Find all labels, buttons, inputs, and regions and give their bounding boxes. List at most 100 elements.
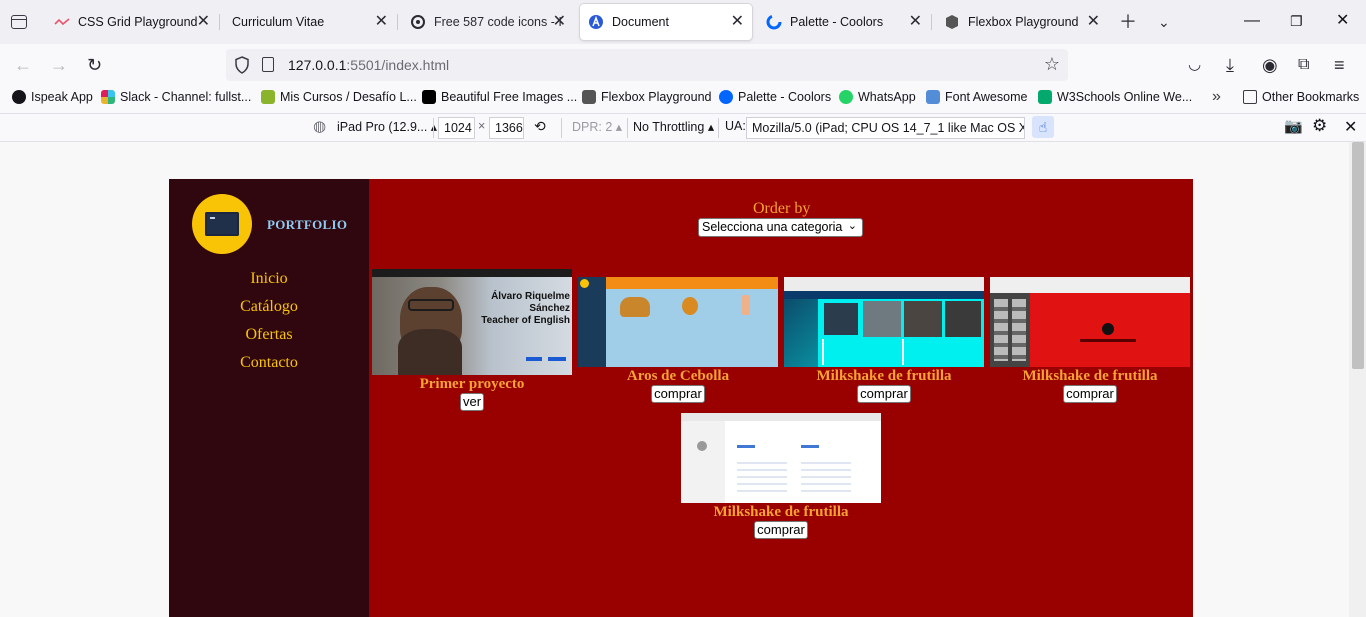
dimension-separator: × (478, 119, 486, 133)
bookmark-item[interactable]: W3Schools Online We... (1038, 90, 1192, 104)
new-tab-icon[interactable]: ＋ (1119, 12, 1137, 32)
card-title: Aros de Cebolla (626, 368, 730, 384)
pocket-icon[interactable]: ◡ (1188, 54, 1201, 76)
page-viewport: PORTFOLIO Inicio Catálogo Ofertas Contac… (0, 142, 1349, 617)
scrollbar-thumb[interactable] (1352, 142, 1364, 369)
downloads-icon[interactable]: ⤓ (1226, 54, 1234, 76)
menu-icon[interactable]: ≡ (1334, 54, 1345, 76)
throttling-selector[interactable]: No Throttling ▴ (633, 119, 714, 134)
bookmark-item[interactable]: Beautiful Free Images ... (422, 90, 577, 104)
bookmarks-toolbar: Ispeak App Slack - Channel: fullst... Mi… (0, 86, 1366, 112)
close-tab-icon[interactable]: ✕ (375, 13, 388, 31)
font-awesome-icon (926, 90, 940, 104)
comprar-button[interactable]: comprar (1063, 385, 1117, 403)
monitor-icon (205, 212, 239, 236)
iconscout-icon (410, 14, 426, 30)
bookmark-item[interactable]: Mis Cursos / Desafío L... (261, 90, 417, 104)
cursos-icon (261, 90, 275, 104)
ver-button[interactable]: ver (459, 393, 485, 411)
slack-icon (101, 90, 115, 104)
brand-title[interactable]: PORTFOLIO (267, 217, 347, 233)
chevron-double-right-icon[interactable]: » (1212, 88, 1221, 106)
vertical-scrollbar[interactable] (1349, 142, 1366, 617)
back-arrow-icon[interactable]: ← (14, 54, 32, 76)
dpr-selector: DPR: 2 ▴ (572, 120, 623, 134)
whatsapp-icon (839, 90, 853, 104)
page-info-icon[interactable] (262, 57, 274, 72)
minimize-icon[interactable]: — (1244, 10, 1260, 32)
tab-css-grid[interactable]: CSS Grid Playground ✕ (46, 4, 218, 40)
food-site-screenshot (578, 277, 778, 367)
nav-link-inicio[interactable]: Inicio (169, 270, 369, 288)
product-card: Milkshake de frutilla comprar (681, 413, 881, 539)
extensions-icon[interactable]: ⧉ (1298, 54, 1309, 76)
bookmark-star-icon[interactable]: ☆ (1044, 54, 1060, 75)
ispeak-icon (12, 90, 26, 104)
card-title: Milkshake de frutilla (1022, 368, 1158, 384)
card-title: Primer proyecto (419, 376, 525, 392)
bookmark-item[interactable]: Font Awesome (926, 90, 1027, 104)
window-close-icon[interactable]: ✕ (1336, 10, 1349, 32)
account-icon[interactable]: ◉ (1262, 54, 1278, 76)
sidebar: PORTFOLIO Inicio Catálogo Ofertas Contac… (169, 179, 369, 617)
bookmark-item[interactable]: Palette - Coolors (719, 90, 831, 104)
comprar-button[interactable]: comprar (754, 521, 808, 539)
responsive-design-toolbar: ◍ iPad Pro (12.9... ▴ 1024 × 1366 ⟲ DPR:… (0, 113, 1366, 142)
chevron-down-icon: ⌄ (847, 220, 857, 232)
tab-curriculum[interactable]: Curriculum Vitae ✕ (224, 4, 396, 40)
card-title: Milkshake de frutilla (713, 504, 849, 520)
folder-icon (1243, 90, 1257, 104)
tab-document[interactable]: Document ✕ (580, 4, 752, 40)
comprar-button[interactable]: comprar (651, 385, 705, 403)
chevron-down-icon[interactable]: ⌄ (1158, 12, 1170, 32)
settings-gear-icon[interactable]: ⚙ (1312, 116, 1327, 136)
bookmark-item[interactable]: WhatsApp (839, 90, 916, 104)
other-bookmarks[interactable]: Other Bookmarks (1243, 90, 1359, 104)
document-icon (588, 14, 604, 30)
tab-divider (931, 14, 932, 30)
tab-coolors[interactable]: Palette - Coolors ✕ (758, 4, 930, 40)
logo[interactable] (192, 194, 252, 254)
unsplash-icon (422, 90, 436, 104)
portfolio-page: PORTFOLIO Inicio Catálogo Ofertas Contac… (169, 179, 1193, 617)
nav-link-ofertas[interactable]: Ofertas (169, 326, 369, 344)
bookmark-item[interactable]: Flexbox Playground (582, 90, 711, 104)
category-select[interactable]: Selecciona una categoria ⌄ (698, 218, 863, 237)
bookmark-item[interactable]: Ispeak App (12, 90, 93, 104)
reload-icon[interactable]: ↻ (87, 54, 102, 76)
touch-simulation-icon[interactable]: ☝ (1032, 116, 1054, 138)
close-tab-icon[interactable]: ✕ (909, 13, 922, 31)
url-text[interactable]: 127.0.0.1:5501/index.html (288, 57, 449, 73)
bookmark-item[interactable]: Slack - Channel: fullst... (101, 90, 251, 104)
css-grid-icon (54, 14, 70, 30)
screenshot-icon[interactable]: 📷 (1284, 117, 1303, 135)
device-selector[interactable]: iPad Pro (12.9... ▴ (337, 119, 437, 134)
forward-arrow-icon[interactable]: → (50, 54, 68, 76)
product-grid-screenshot (784, 277, 984, 367)
close-tab-icon[interactable]: ✕ (553, 13, 566, 31)
tab-flexbox[interactable]: Flexbox Playground ✕ (936, 4, 1108, 40)
close-tab-icon[interactable]: ✕ (1087, 13, 1100, 31)
coolors-icon (766, 14, 782, 30)
comprar-button[interactable]: comprar (857, 385, 911, 403)
viewport-width-input[interactable]: 1024 (438, 117, 475, 139)
hero-name-line: Álvaro Riquelme (491, 291, 570, 302)
nav-link-contacto[interactable]: Contacto (169, 354, 369, 372)
rotate-icon[interactable]: ⟲ (534, 118, 546, 135)
user-agent-input[interactable]: Mozilla/5.0 (iPad; CPU OS 14_7_1 like Ma… (746, 117, 1025, 139)
close-tab-icon[interactable]: ✕ (197, 13, 210, 31)
shield-icon[interactable] (234, 56, 250, 74)
close-tab-icon[interactable]: ✕ (731, 13, 744, 31)
nav-link-catalogo[interactable]: Catálogo (169, 298, 369, 316)
product-card: Aros de Cebolla comprar (578, 277, 778, 403)
tab-divider (397, 14, 398, 30)
tab-iconscout[interactable]: Free 587 code icons - I ✕ (402, 4, 574, 40)
order-by-label: Order by (753, 200, 811, 217)
flexbox-icon (582, 90, 596, 104)
restore-icon[interactable]: ❐ (1290, 10, 1303, 32)
url-bar[interactable]: 127.0.0.1:5501/index.html ☆ (226, 49, 1068, 81)
close-rdm-icon[interactable]: ✕ (1344, 117, 1357, 137)
list-all-tabs-button[interactable] (8, 12, 30, 32)
divider (627, 118, 628, 138)
viewport-height-input[interactable]: 1366 (489, 117, 524, 139)
